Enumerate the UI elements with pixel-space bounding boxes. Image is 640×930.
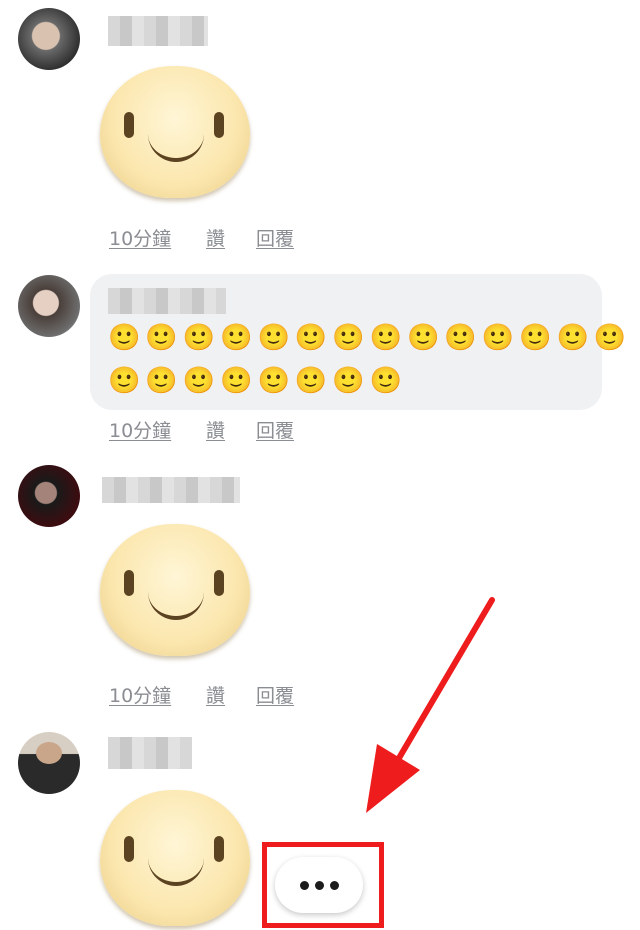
annotation-arrow-icon <box>366 597 495 813</box>
